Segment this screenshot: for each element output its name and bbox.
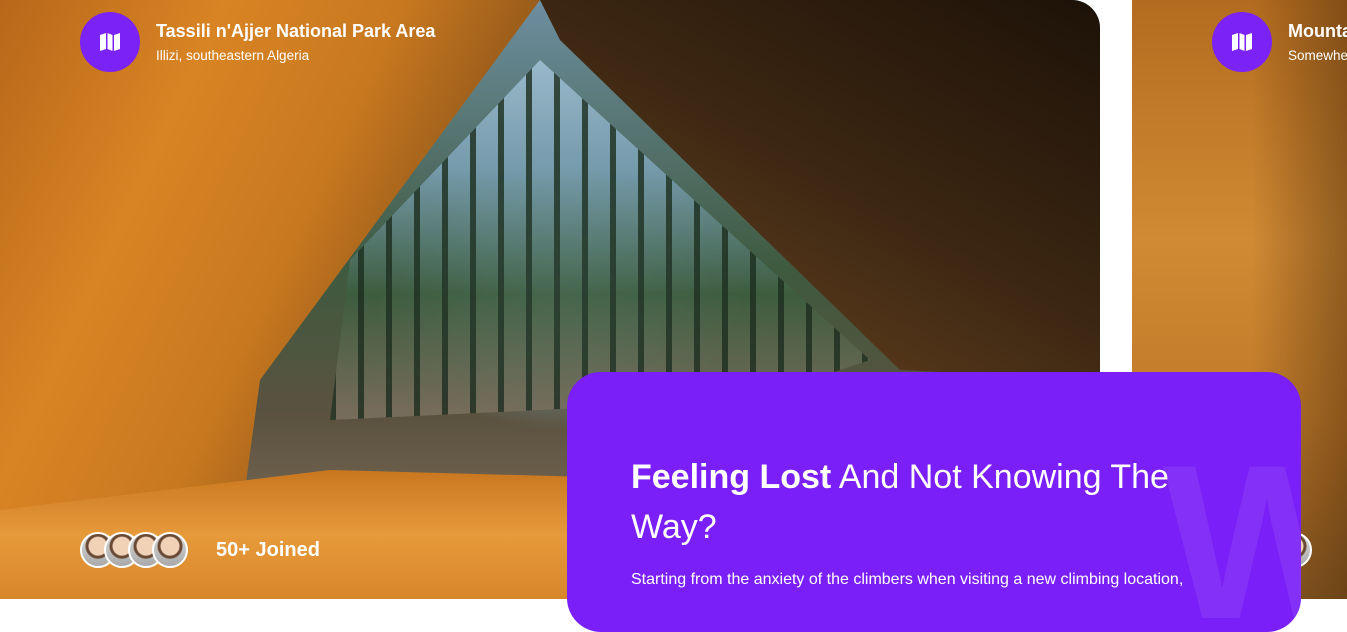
joined-count: 50+ Joined — [216, 538, 320, 561]
location-subtitle: Illizi, southeastern Algeria — [156, 47, 310, 63]
promo-body: Starting from the anxiety of the climber… — [631, 571, 1184, 588]
location-subtitle: Somewhe — [1288, 47, 1347, 63]
location-header: Mounta Somewhe — [1212, 12, 1347, 72]
avatar — [152, 532, 188, 568]
map-icon — [80, 12, 140, 72]
location-header: Tassili n'Ajjer National Park Area Illiz… — [80, 12, 435, 72]
promo-heading: Feeling Lost And Not Knowing The Way? — [631, 452, 1191, 552]
location-title: Tassili n'Ajjer National Park Area — [156, 20, 436, 41]
map-icon — [1212, 12, 1272, 72]
joined-group: 50+ Joined — [80, 532, 320, 568]
location-title: Mounta — [1288, 20, 1347, 41]
avatar-stack — [80, 532, 188, 568]
promo-panel: W Feeling Lost And Not Knowing The Way? … — [567, 372, 1301, 632]
promo-heading-strong: Feeling Lost — [631, 458, 832, 496]
